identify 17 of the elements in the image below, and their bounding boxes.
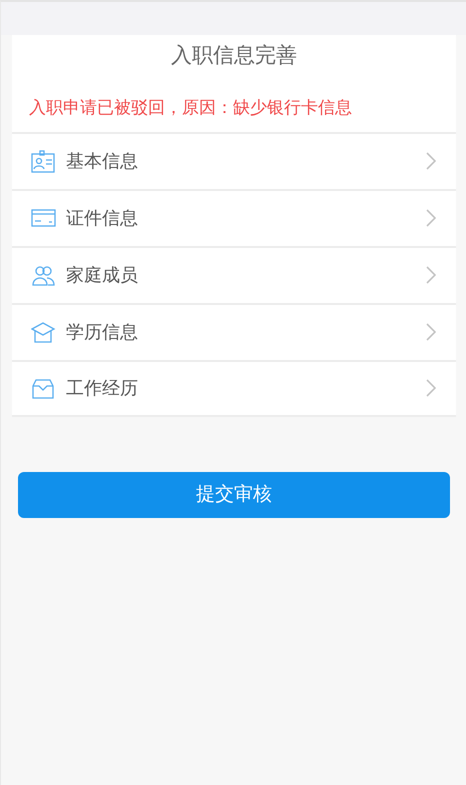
people-icon [31,264,56,287]
menu-item[interactable]: 工作经历 [12,360,456,417]
rejection-notice: 入职申请已被驳回，原因：缺少银行卡信息 [28,97,353,120]
chevron-right-icon [426,323,436,342]
page-title: 入职信息完善 [170,42,298,68]
graduation-cap-icon [31,320,56,344]
menu-item-label: 学历信息 [66,320,139,345]
tray-icon [31,376,56,400]
chevron-right-icon [426,209,436,228]
chevron-right-icon [426,266,436,284]
menu-item-label: 基本信息 [66,150,139,174]
menu-item-label: 工作经历 [66,376,139,401]
menu-item-label: 家庭成员 [66,264,139,288]
chevron-right-icon [426,379,436,398]
chevron-right-icon [426,152,436,170]
badge-icon [31,150,56,173]
menu-item-label: 证件信息 [66,206,139,231]
